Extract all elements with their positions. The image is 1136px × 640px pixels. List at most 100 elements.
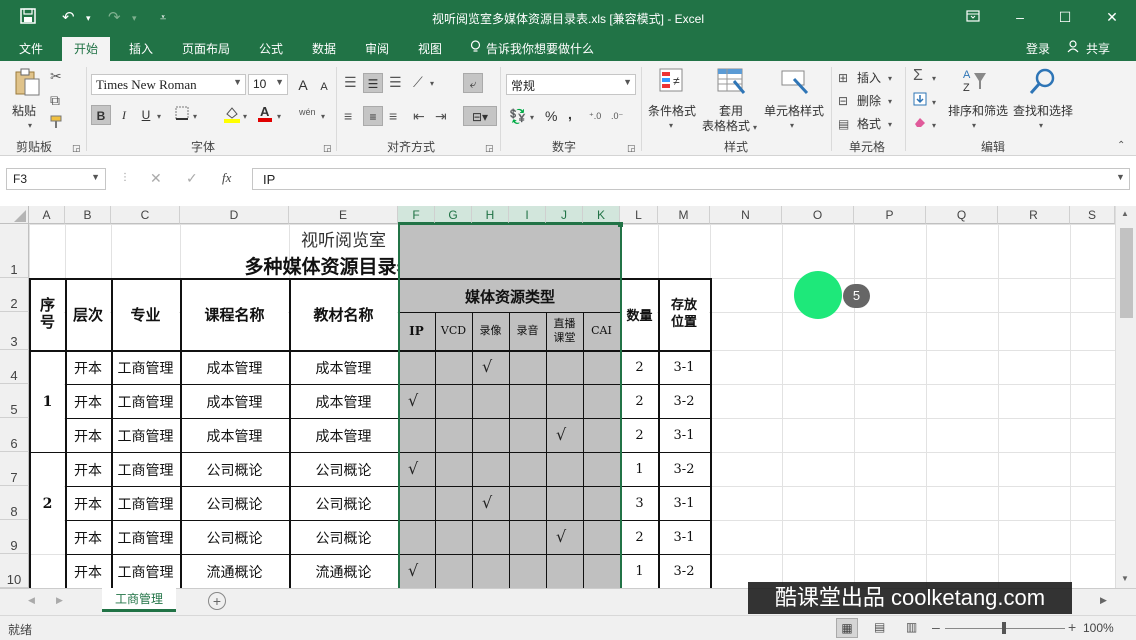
normal-view-icon[interactable]: ▦	[836, 618, 858, 638]
insert-cells-icon[interactable]: ⊞	[838, 69, 848, 87]
comma-button[interactable]: ,	[568, 106, 572, 122]
group-number-cell[interactable]	[31, 556, 64, 588]
drag-handle-icon[interactable]: ⋮	[120, 172, 130, 183]
format-dropdown-icon[interactable]: ▾	[888, 116, 892, 134]
level-cell[interactable]: 开本	[66, 555, 110, 588]
cell-styles-dropdown-icon[interactable]: ▾	[790, 117, 794, 135]
wrap-text-icon[interactable]: ⤶	[463, 73, 483, 93]
sort-filter-icon[interactable]: AZ	[960, 67, 990, 101]
zoom-out-icon[interactable]: –	[932, 619, 940, 635]
row-header[interactable]: 4	[0, 350, 29, 384]
scroll-down-icon[interactable]: ▼	[1121, 574, 1129, 583]
row-header[interactable]: 2	[0, 278, 29, 312]
chevron-down-icon[interactable]: ▼	[91, 172, 100, 182]
scroll-up-icon[interactable]: ▲	[1121, 209, 1129, 218]
column-header[interactable]: R	[998, 206, 1070, 224]
orientation-dropdown-icon[interactable]: ▾	[430, 75, 434, 93]
header-major[interactable]: 专业	[112, 280, 179, 348]
major-cell[interactable]: 工商管理	[112, 419, 179, 452]
group-number[interactable]: 1	[31, 352, 64, 452]
number-format-combo[interactable]: 常规 ▼	[506, 74, 636, 95]
minimize-icon[interactable]: –	[1005, 6, 1035, 28]
header-course[interactable]: 课程名称	[181, 280, 288, 348]
insert-function-icon[interactable]: fx	[222, 170, 231, 186]
font-name-combo[interactable]: Times New Roman ▼	[91, 74, 246, 95]
level-cell[interactable]: 开本	[66, 419, 110, 452]
phonetic-icon[interactable]: wén	[299, 103, 316, 121]
major-cell[interactable]: 工商管理	[112, 385, 179, 418]
find-select-icon[interactable]	[1028, 67, 1058, 101]
align-bottom-icon[interactable]: ☰	[389, 73, 402, 91]
course-cell[interactable]: 流通概论	[181, 555, 288, 588]
column-header[interactable]: N	[710, 206, 782, 224]
cell-styles-icon[interactable]	[780, 67, 810, 101]
column-header[interactable]: E	[289, 206, 398, 224]
column-header[interactable]: K	[583, 206, 620, 224]
header-level[interactable]: 层次	[66, 280, 110, 348]
alignment-launcher-icon[interactable]: ◲	[485, 139, 494, 157]
delete-dropdown-icon[interactable]: ▾	[888, 93, 892, 111]
location-cell[interactable]: 3-2	[659, 555, 709, 588]
location-cell[interactable]: 3-1	[659, 351, 709, 384]
format-table-dropdown-icon[interactable]: ▾	[753, 119, 757, 137]
add-sheet-icon[interactable]: +	[208, 592, 226, 610]
sign-in-link[interactable]: 登录	[1026, 40, 1050, 57]
location-cell[interactable]: 3-1	[659, 521, 709, 554]
font-size-combo[interactable]: 10 ▼	[248, 74, 288, 95]
course-cell[interactable]: 公司概论	[181, 521, 288, 554]
page-layout-view-icon[interactable]: ▤	[874, 620, 885, 634]
zoom-level[interactable]: 100%	[1083, 621, 1114, 635]
tab-formulas[interactable]: 公式	[259, 40, 283, 57]
ribbon-display-icon[interactable]	[958, 6, 988, 28]
clear-dropdown-icon[interactable]: ▾	[932, 117, 936, 135]
conditional-format-icon[interactable]: ≠	[658, 67, 688, 101]
tab-page-layout[interactable]: 页面布局	[182, 40, 230, 57]
sheet-tab[interactable]: 工商管理	[102, 588, 176, 612]
underline-button[interactable]: U	[136, 105, 156, 125]
decrease-decimal-icon[interactable]: .0⁻	[611, 107, 623, 125]
column-header[interactable]: S	[1070, 206, 1115, 224]
orientation-icon[interactable]: ⟋	[413, 73, 423, 91]
column-header[interactable]: I	[509, 206, 546, 224]
qty-cell[interactable]: 2	[622, 521, 657, 554]
textbook-cell[interactable]: 成本管理	[290, 419, 397, 452]
underline-dropdown-icon[interactable]: ▾	[157, 108, 161, 126]
column-header[interactable]: L	[620, 206, 658, 224]
header-seq[interactable]: 序 号	[31, 280, 64, 348]
level-cell[interactable]: 开本	[66, 521, 110, 554]
tab-review[interactable]: 审阅	[365, 40, 389, 57]
format-table-line2[interactable]: 表格格式	[702, 117, 750, 134]
next-sheet-icon[interactable]: ▶	[56, 595, 63, 606]
decrease-indent-icon[interactable]: ⇤	[413, 107, 425, 125]
sort-filter-dropdown-icon[interactable]: ▾	[972, 117, 976, 135]
textbook-cell[interactable]: 成本管理	[290, 385, 397, 418]
column-header[interactable]: Q	[926, 206, 998, 224]
maximize-icon[interactable]: ☐	[1050, 6, 1080, 28]
row-header[interactable]: 10	[0, 554, 29, 588]
prev-sheet-icon[interactable]: ◀	[28, 595, 35, 606]
course-cell[interactable]: 公司概论	[181, 487, 288, 520]
row-header[interactable]: 6	[0, 418, 29, 452]
header-textbook[interactable]: 教材名称	[290, 280, 397, 348]
select-all-corner[interactable]	[0, 206, 29, 224]
align-top-icon[interactable]: ☰	[344, 73, 357, 91]
borders-dropdown-icon[interactable]: ▾	[193, 108, 197, 126]
borders-icon[interactable]	[175, 106, 189, 124]
group-number[interactable]: 2	[31, 454, 64, 554]
column-header[interactable]: B	[65, 206, 111, 224]
format-painter-icon[interactable]	[50, 115, 64, 133]
major-cell[interactable]: 工商管理	[112, 351, 179, 384]
tab-data[interactable]: 数据	[312, 40, 336, 57]
column-header[interactable]: A	[29, 206, 65, 224]
row-header[interactable]: 7	[0, 452, 29, 486]
zoom-in-icon[interactable]: +	[1068, 619, 1076, 635]
qty-cell[interactable]: 2	[622, 419, 657, 452]
row-header[interactable]: 5	[0, 384, 29, 418]
tab-view[interactable]: 视图	[418, 40, 442, 57]
font-launcher-icon[interactable]: ◲	[323, 139, 332, 157]
format-as-table-icon[interactable]	[716, 67, 746, 101]
italic-button[interactable]: I	[114, 105, 134, 125]
qty-cell[interactable]: 2	[622, 385, 657, 418]
paste-dropdown-icon[interactable]: ▾	[28, 117, 32, 135]
row-header[interactable]: 8	[0, 486, 29, 520]
